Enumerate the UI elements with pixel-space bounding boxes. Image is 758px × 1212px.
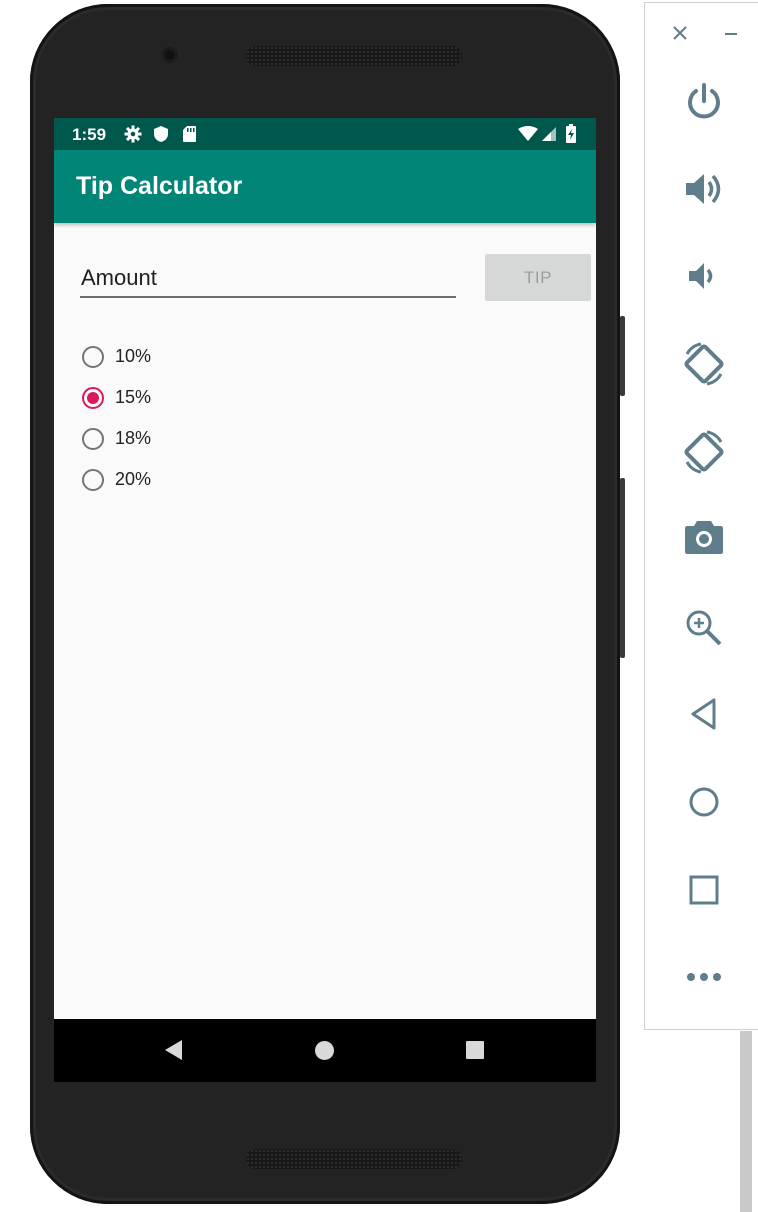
recents-icon[interactable] (465, 1040, 485, 1060)
radio-label: 15% (115, 387, 152, 407)
radio-button-icon (82, 468, 104, 491)
radio-15-percent[interactable]: 15% (82, 377, 151, 418)
rotate-right-icon[interactable] (681, 429, 727, 475)
app-bar: Tip Calculator (54, 150, 596, 223)
app-title: Tip Calculator (76, 172, 243, 200)
shield-icon (154, 126, 168, 142)
home-icon[interactable] (314, 1040, 335, 1061)
radio-18-percent[interactable]: 18% (82, 418, 151, 459)
emulator-toolbar (644, 2, 758, 1030)
power-side-button[interactable] (620, 316, 625, 396)
radio-10-percent[interactable]: 10% (82, 336, 151, 377)
amount-input[interactable] (80, 260, 456, 298)
radio-label: 20% (115, 469, 152, 489)
back-icon[interactable] (689, 697, 719, 731)
status-time: 1:59 (72, 125, 107, 144)
minimize-icon[interactable] (723, 25, 739, 41)
radio-button-icon (82, 427, 104, 450)
overview-icon[interactable] (688, 874, 720, 906)
tip-percentage-radio-group: 10% 15% 18% 20% (82, 336, 151, 500)
close-icon[interactable] (672, 25, 688, 41)
home-icon[interactable] (688, 786, 720, 818)
zoom-icon[interactable] (685, 609, 723, 647)
power-icon[interactable] (684, 81, 724, 121)
radio-button-checked-icon (82, 386, 104, 409)
top-speaker-grille (246, 46, 462, 66)
screenshot-camera-icon[interactable] (684, 519, 724, 555)
battery-charging-icon (566, 124, 576, 143)
sd-card-icon (183, 126, 196, 142)
window-edge-strip (740, 1031, 752, 1212)
tip-button[interactable]: TIP (485, 254, 591, 301)
navigation-bar (54, 1019, 596, 1082)
radio-20-percent[interactable]: 20% (82, 459, 151, 500)
settings-gear-icon (124, 125, 142, 143)
bottom-speaker-grille (246, 1149, 462, 1169)
status-bar: 1:59 (54, 118, 596, 150)
wifi-icon (518, 126, 538, 141)
volume-side-button[interactable] (620, 478, 625, 658)
more-icon[interactable] (686, 971, 722, 983)
volume-down-icon[interactable] (687, 259, 721, 293)
volume-up-icon[interactable] (684, 169, 724, 209)
rotate-left-icon[interactable] (681, 341, 727, 387)
front-camera (162, 47, 178, 63)
back-icon[interactable] (164, 1039, 184, 1061)
radio-button-icon (82, 345, 104, 368)
radio-label: 10% (115, 346, 152, 366)
radio-label: 18% (115, 428, 152, 448)
signal-icon (542, 127, 556, 141)
device-screen: 1:59 Tip Calculator Amount TIP 10% 15% 1… (54, 118, 596, 1082)
